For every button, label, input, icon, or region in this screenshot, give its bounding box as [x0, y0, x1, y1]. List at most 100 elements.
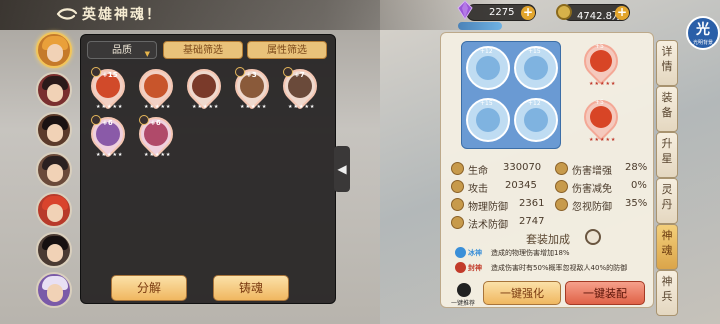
hero-portrait[interactable] [36, 192, 72, 228]
set-info-icon[interactable] [585, 229, 601, 245]
soul-level: +12 [480, 48, 493, 55]
tab-soul[interactable]: 神魂 [656, 224, 678, 270]
recommend-button[interactable]: 一键推荐 [451, 283, 477, 307]
gem-count: 2275 [489, 7, 515, 18]
decompose-button[interactable]: 分解 [111, 275, 187, 301]
hero-portrait[interactable] [36, 232, 72, 268]
soul-art [476, 108, 500, 132]
soul-stars: ★★★★★ [240, 104, 268, 110]
tab-divine-weapon[interactable]: 神兵 [656, 270, 678, 316]
soul-level: +7 [283, 67, 305, 79]
soul-inventory-panel: 品质 ▼ 基础筛选 属性筛选 +15 ★★★★★ ★★★★★ ★★★★★ +3 … [80, 34, 336, 304]
soul-level: +15 [480, 100, 493, 107]
soul-item[interactable]: +15 ★★★★★ [83, 61, 133, 115]
soul-level: +5 [595, 43, 604, 50]
soul-art [524, 108, 548, 132]
equipped-soul-slot[interactable]: +12 [514, 98, 558, 142]
equipped-soul-slot[interactable]: +15 [514, 46, 558, 90]
hero-face [47, 244, 63, 262]
event-badge-label: 光 [696, 22, 710, 38]
hero-portrait[interactable] [36, 32, 72, 68]
soul-stars: ★★★★★ [96, 152, 124, 158]
tab-details[interactable]: 详情 [656, 40, 678, 86]
soul-item[interactable]: ★★★★★ [131, 61, 181, 115]
soul-stars: ★★★★★ [192, 104, 220, 110]
damage-boost-icon [555, 162, 568, 175]
ignore-defense-icon [555, 198, 568, 211]
hero-face [47, 44, 63, 62]
base-filter-button[interactable]: 基础筛选 [163, 41, 243, 59]
stats-panel: 生命 330070 伤害增强 28% 攻击 20345 伤害减免 0% 物理防御 [451, 157, 647, 233]
soul-art [192, 74, 216, 98]
attribute-filter-button[interactable]: 属性筛选 [247, 41, 327, 59]
tab-star-up[interactable]: 升星 [656, 132, 678, 178]
soul-art [524, 56, 548, 80]
soul-item[interactable]: +7 ★★★★★ [275, 61, 325, 115]
ice-element-icon [455, 247, 466, 258]
set-bonus-item: 封神 造成伤害时有50%概率忽视敌人40%的防御 [455, 262, 651, 274]
stat-magic-defense: 法术防御 2747 [451, 215, 547, 231]
soul-level: +3 [235, 67, 257, 79]
hero-face [47, 124, 63, 142]
forge-button[interactable]: 铸魂 [213, 275, 289, 301]
set-bonus-title: 套装加成 [526, 233, 570, 246]
equipped-soul-slot[interactable]: +5 ★★★★★ [576, 36, 626, 87]
stat-ignore-defense: 忽视防御 35% [555, 197, 647, 213]
vip-strip [458, 22, 502, 30]
soul-art [144, 74, 168, 98]
fire-element-icon [455, 262, 466, 273]
add-gold-button[interactable]: + [615, 6, 629, 20]
game-screen: 英雄神魂！ 2275 + 4742.8万 + 光 光明背景 品质 ▼ 基础筛选 … [0, 0, 720, 324]
recommend-icon [457, 283, 471, 297]
back-arrow-icon[interactable] [56, 7, 78, 21]
one-click-enhance-button[interactable]: 一键强化 [483, 281, 561, 305]
event-badge-sub: 光明背景 [692, 40, 713, 46]
soul-stars: ★★★★★ [589, 81, 617, 87]
hero-face [47, 164, 63, 182]
hero-face [47, 84, 63, 102]
soul-stars: ★★★★★ [288, 104, 316, 110]
hero-portrait[interactable] [36, 272, 72, 308]
attack-icon [451, 180, 464, 193]
gold-counter: 4742.8万 + [562, 4, 630, 22]
chevron-left-icon: ◀ [337, 162, 347, 176]
soul-item[interactable]: ★★★★★ [179, 61, 229, 115]
stat-damage-boost: 伤害增强 28% [555, 161, 647, 177]
one-click-equip-button[interactable]: 一键装配 [565, 281, 645, 305]
add-gem-button[interactable]: + [521, 6, 535, 20]
side-tabs: 详情 装备 升星 灵丹 神魂 神兵 [656, 40, 678, 316]
ice-set-frame: +12 +15 +15 +12 [461, 41, 561, 149]
page-title: 英雄神魂！ [82, 7, 162, 23]
chevron-down-icon: ▼ [144, 50, 150, 58]
soul-art [590, 50, 612, 72]
quality-filter-dropdown[interactable]: 品质 ▼ [87, 41, 157, 59]
gold-coin-icon [556, 4, 572, 20]
hero-list [34, 26, 78, 324]
stat-attack: 攻击 20345 [451, 179, 547, 195]
soul-item[interactable]: +6 ★★★★★ [131, 109, 181, 163]
hero-portrait[interactable] [36, 152, 72, 188]
soul-stars: ★★★★★ [144, 152, 172, 158]
soul-stars: ★★★★★ [144, 104, 172, 110]
soul-level: +15 [91, 67, 118, 79]
soul-item[interactable]: +3 ★★★★★ [227, 61, 277, 115]
equipped-soul-slot[interactable]: +5 ★★★★★ [576, 92, 626, 143]
top-bar: 英雄神魂！ 2275 + 4742.8万 + [0, 0, 720, 30]
hp-icon [451, 162, 464, 175]
stat-physical-defense: 物理防御 2361 [451, 197, 547, 213]
equipped-soul-slot[interactable]: +12 [466, 46, 510, 90]
soul-level: +6 [91, 115, 113, 127]
soul-stars: ★★★★★ [96, 104, 124, 110]
physical-defense-icon [451, 198, 464, 211]
event-badge[interactable]: 光 光明背景 [686, 16, 720, 50]
tab-equipment[interactable]: 装备 [656, 86, 678, 132]
hero-portrait[interactable] [36, 72, 72, 108]
collapse-panel-button[interactable]: ◀ [334, 146, 350, 192]
equipped-souls-panel: +12 +15 +15 +12 +5 ★★★★★ +5 ★★★★★ 生命 330… [440, 32, 654, 308]
hero-face [47, 204, 63, 222]
soul-item[interactable]: +6 ★★★★★ [83, 109, 133, 163]
soul-level: +12 [528, 100, 541, 107]
equipped-soul-slot[interactable]: +15 [466, 98, 510, 142]
tab-elixir[interactable]: 灵丹 [656, 178, 678, 224]
hero-portrait[interactable] [36, 112, 72, 148]
